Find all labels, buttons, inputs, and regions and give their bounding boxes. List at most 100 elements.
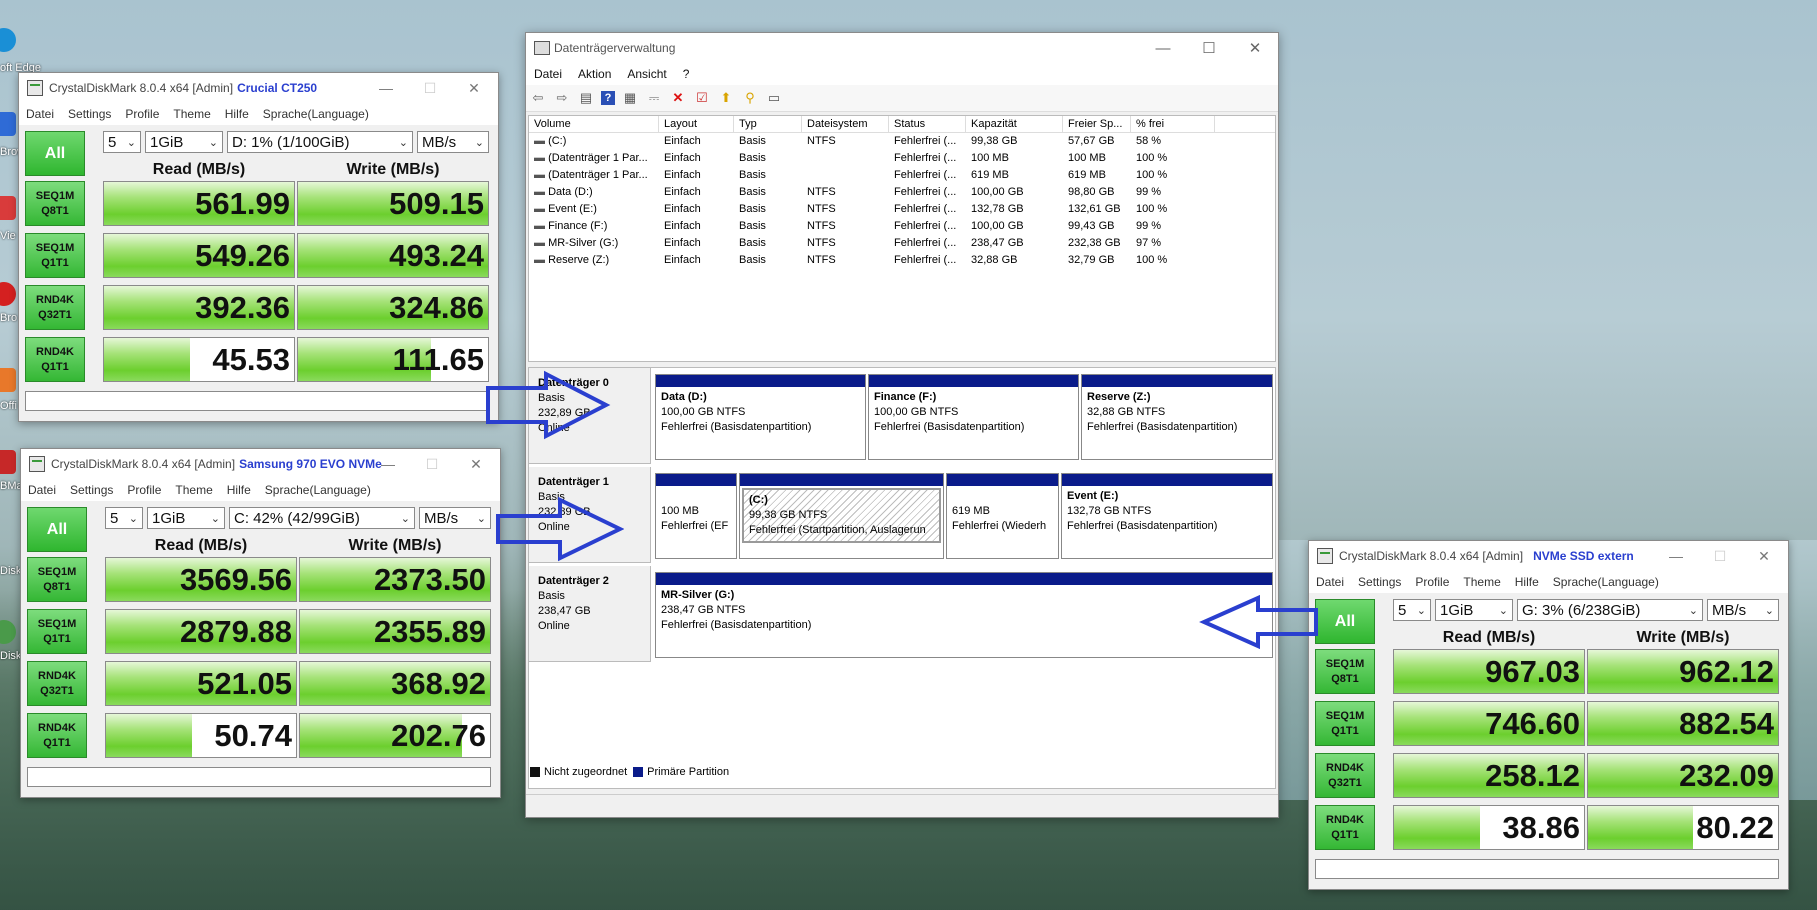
menu-hilfe[interactable]: Hilfe [225,107,249,121]
col-kapazitaet[interactable]: Kapazität [966,116,1063,132]
col-dateisystem[interactable]: Dateisystem [802,116,889,132]
size-select[interactable]: 1GiB ⌄ [145,131,223,153]
test-button[interactable]: SEQ1M Q1T1 [27,609,87,654]
test-button[interactable]: SEQ1M Q1T1 [25,233,85,278]
menu-datei[interactable]: Datei [26,107,54,121]
menu-theme[interactable]: Theme [1463,575,1500,589]
test-button[interactable]: SEQ1M Q1T1 [1315,701,1375,746]
minimize-icon[interactable]: — [1654,541,1698,571]
title-bar[interactable]: CrystalDiskMark 8.0.4 x64 [Admin] Crucia… [19,73,498,103]
menu-settings[interactable]: Settings [1358,575,1401,589]
close-icon[interactable]: ✕ [454,449,498,479]
test-button[interactable]: RND4K Q32T1 [25,285,85,330]
back-icon[interactable]: ⇦ [529,89,547,107]
volume-list[interactable]: Volume Layout Typ Dateisystem Status Kap… [528,115,1276,362]
volume-row[interactable]: ▬ (Datenträger 1 Par... Einfach Basis Fehle… [529,167,1275,184]
menu-hilfe[interactable]: Hilfe [227,483,251,497]
menu-language[interactable]: Sprache(Language) [265,483,371,497]
menu-datei[interactable]: Datei [534,67,562,81]
col-layout[interactable]: Layout [659,116,734,132]
col-typ[interactable]: Typ [734,116,802,132]
partition-recovery[interactable]: 619 MB Fehlerfrei (Wiederh [946,473,1059,559]
menu-help[interactable]: ? [683,67,690,81]
menu-language[interactable]: Sprache(Language) [1553,575,1659,589]
col-prozent-frei[interactable]: % frei [1131,116,1215,132]
search-icon[interactable]: ⚲ [741,89,759,107]
all-button[interactable]: All [25,131,85,176]
list-view-icon[interactable]: ▤ [577,89,595,107]
menu-profile[interactable]: Profile [125,107,159,121]
partition-reserve-z[interactable]: Reserve (Z:) 32,88 GB NTFS Fehlerfrei (Bas… [1081,374,1273,460]
all-button[interactable]: All [1315,599,1375,644]
menu-datei[interactable]: Datei [1316,575,1344,589]
volume-row[interactable]: ▬ Data (D:) Einfach Basis NTFS Fehlerfrei (.… [529,184,1275,201]
drive-select[interactable]: D: 1% (1/100GiB) ⌄ [227,131,413,153]
test-button[interactable]: RND4K Q32T1 [27,661,87,706]
check-icon[interactable]: ☑ [693,89,711,107]
maximize-icon[interactable]: ☐ [1186,33,1232,63]
partition-finance-f[interactable]: Finance (F:) 100,00 GB NTFS Fehlerfrei (Ba… [868,374,1079,460]
volume-row[interactable]: ▬ (C:) Einfach Basis NTFS Fehlerfrei (... 99,… [529,133,1275,150]
partition-mr-silver-g[interactable]: MR-Silver (G:) 238,47 GB NTFS Fehlerfrei (… [655,572,1273,658]
all-button[interactable]: All [27,507,87,552]
details-icon[interactable]: ▭ [765,89,783,107]
close-icon[interactable]: ✕ [1742,541,1786,571]
col-volume[interactable]: Volume [529,116,659,132]
title-bar[interactable]: Datenträgerverwaltung — ☐ ✕ [526,33,1278,63]
menu-ansicht[interactable]: Ansicht [627,67,666,81]
volume-row[interactable]: ▬ MR-Silver (G:) Einfach Basis NTFS Fehlerfr… [529,235,1275,252]
properties-icon[interactable]: ▦ [621,89,639,107]
disk-2[interactable]: Datenträger 2 Basis 238,47 GB Online MR-… [529,566,1275,662]
minimize-icon[interactable]: — [366,449,410,479]
test-button[interactable]: RND4K Q32T1 [1315,753,1375,798]
disk-1[interactable]: Datenträger 1 Basis 232,89 GB Online 100… [529,467,1275,563]
menu-theme[interactable]: Theme [173,107,210,121]
viewer-desktop-icon[interactable] [0,196,16,220]
disk-0[interactable]: Datenträger 0 Basis 232,89 GB Online Dat… [529,368,1275,464]
count-select[interactable]: 5 ⌄ [103,131,141,153]
count-select[interactable]: 5 ⌄ [1393,599,1431,621]
partition-event-e[interactable]: Event (E:) 132,78 GB NTFS Fehlerfrei (Basi… [1061,473,1273,559]
col-freier-speicher[interactable]: Freier Sp... [1063,116,1131,132]
bma-desktop-icon[interactable] [0,450,16,474]
test-button[interactable]: SEQ1M Q8T1 [1315,649,1375,694]
title-bar[interactable]: CrystalDiskMark 8.0.4 x64 [Admin] Samsun… [21,449,500,479]
browser-desktop-icon[interactable] [0,112,16,136]
title-bar[interactable]: CrystalDiskMark 8.0.4 x64 [Admin] NVMe S… [1309,541,1788,571]
menu-hilfe[interactable]: Hilfe [1515,575,1539,589]
minimize-icon[interactable]: — [364,73,408,103]
menu-profile[interactable]: Profile [1415,575,1449,589]
test-button[interactable]: RND4K Q1T1 [25,337,85,382]
export-icon[interactable]: ⬆ [717,89,735,107]
partition-efi[interactable]: 100 MB Fehlerfrei (EF [655,473,737,559]
minimize-icon[interactable]: — [1140,33,1186,63]
partition-data-d[interactable]: Data (D:) 100,00 GB NTFS Fehlerfrei (Basis… [655,374,866,460]
menu-profile[interactable]: Profile [127,483,161,497]
office-desktop-icon[interactable] [0,368,16,392]
volume-row[interactable]: ▬ Finance (F:) Einfach Basis NTFS Fehlerfrei… [529,218,1275,235]
forward-icon[interactable]: ⇨ [553,89,571,107]
connect-icon[interactable]: ⎓ [645,89,663,107]
close-icon[interactable]: ✕ [1232,33,1278,63]
menu-datei[interactable]: Datei [28,483,56,497]
test-button[interactable]: RND4K Q1T1 [1315,805,1375,850]
close-icon[interactable]: ✕ [452,73,496,103]
menu-settings[interactable]: Settings [68,107,111,121]
drive-select[interactable]: G: 3% (6/238GiB) ⌄ [1517,599,1703,621]
delete-icon[interactable]: ✕ [669,89,687,107]
opera-desktop-icon[interactable] [0,282,16,306]
test-button[interactable]: RND4K Q1T1 [27,713,87,758]
partition-c[interactable]: (C:) 99,38 GB NTFS Fehlerfrei (Startpartit… [739,473,944,559]
volume-row[interactable]: ▬ (Datenträger 1 Par... Einfach Basis Fehle… [529,150,1275,167]
test-button[interactable]: SEQ1M Q8T1 [25,181,85,226]
col-status[interactable]: Status [889,116,966,132]
size-select[interactable]: 1GiB ⌄ [1435,599,1513,621]
unit-select[interactable]: MB/s ⌄ [1707,599,1779,621]
volume-row[interactable]: ▬ Reserve (Z:) Einfach Basis NTFS Fehlerfrei… [529,252,1275,269]
drive-select[interactable]: C: 42% (42/99GiB) ⌄ [229,507,415,529]
edge-desktop-icon[interactable] [0,28,16,52]
help-icon[interactable]: ? [601,91,615,105]
unit-select[interactable]: MB/s ⌄ [417,131,489,153]
test-button[interactable]: SEQ1M Q8T1 [27,557,87,602]
menu-settings[interactable]: Settings [70,483,113,497]
